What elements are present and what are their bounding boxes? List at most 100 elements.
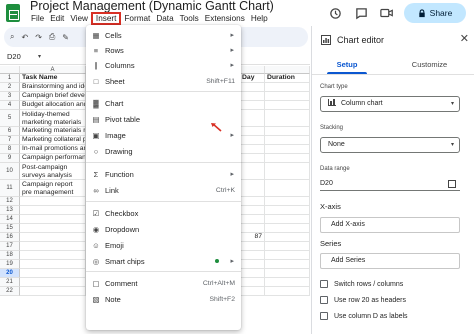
row-header[interactable]: 18 xyxy=(0,251,20,260)
task-name-cell[interactable]: Brainstorming and ide xyxy=(20,83,86,92)
day-cell[interactable] xyxy=(240,136,265,145)
row-header[interactable]: 20 xyxy=(0,269,20,278)
row-header[interactable]: 15 xyxy=(0,224,20,233)
row-header[interactable]: 16 xyxy=(0,233,20,242)
row-header[interactable]: 2 xyxy=(0,83,20,92)
day-cell[interactable] xyxy=(240,206,265,215)
chart-type-select[interactable]: Column chart ▾ xyxy=(320,96,460,112)
row-header[interactable]: 19 xyxy=(0,260,20,269)
duration-cell[interactable] xyxy=(265,127,310,136)
day-cell[interactable] xyxy=(240,154,265,163)
duration-cell[interactable] xyxy=(265,278,310,287)
day-cell[interactable]: 87 xyxy=(240,233,265,242)
duration-cell[interactable] xyxy=(265,233,310,242)
duration-cell[interactable] xyxy=(265,154,310,163)
history-icon[interactable] xyxy=(326,4,344,22)
menu-item-function[interactable]: Σ Function ▸ xyxy=(86,167,241,181)
duration-cell[interactable] xyxy=(265,163,310,180)
menu-item-sheet[interactable]: □ Sheet Shift+F11 xyxy=(86,74,241,88)
close-icon[interactable]: ✕ xyxy=(460,32,469,45)
switch-rows-columns-checkbox[interactable]: Switch rows / columns xyxy=(320,280,403,288)
menu-item-chart[interactable]: ▓ Chart xyxy=(86,96,241,110)
row-header[interactable]: 7 xyxy=(0,136,20,145)
menu-tools[interactable]: Tools xyxy=(177,12,202,25)
data-range-input[interactable]: D20 xyxy=(320,177,460,191)
menu-item-columns[interactable]: ∥ Columns ▸ xyxy=(86,58,241,72)
paint-format-icon[interactable]: ✎ xyxy=(62,33,69,42)
row-header[interactable]: 4 xyxy=(0,101,20,110)
day-cell[interactable] xyxy=(240,251,265,260)
day-cell[interactable] xyxy=(240,242,265,251)
duration-cell[interactable] xyxy=(265,242,310,251)
duration-cell[interactable] xyxy=(265,206,310,215)
menu-item-rows[interactable]: ≡ Rows ▸ xyxy=(86,43,241,57)
menu-data[interactable]: Data xyxy=(153,12,176,25)
row-header[interactable]: 12 xyxy=(0,197,20,206)
duration-cell[interactable] xyxy=(265,180,310,197)
duration-cell[interactable] xyxy=(265,92,310,101)
empty-cell[interactable] xyxy=(20,242,86,251)
use-column-labels-checkbox[interactable]: Use column D as labels xyxy=(320,312,408,320)
sheets-logo-icon[interactable] xyxy=(6,4,20,22)
menu-item-comment[interactable]: ▢ Comment Ctrl+Alt+M xyxy=(86,276,241,290)
row-header[interactable]: 10 xyxy=(0,163,20,180)
task-name-cell[interactable]: Marketing collateral p xyxy=(20,136,86,145)
row-header[interactable]: 13 xyxy=(0,206,20,215)
empty-cell[interactable] xyxy=(20,251,86,260)
task-name-cell[interactable]: Campaign report pre management xyxy=(20,180,86,197)
day-cell[interactable] xyxy=(240,269,265,278)
day-cell[interactable] xyxy=(240,83,265,92)
row-header[interactable]: 17 xyxy=(0,242,20,251)
meet-icon[interactable] xyxy=(378,4,396,22)
tab-customize[interactable]: Customize xyxy=(387,60,472,69)
day-cell[interactable] xyxy=(240,101,265,110)
task-name-cell[interactable]: Post-campaign surveys analysis xyxy=(20,163,86,180)
duration-cell[interactable] xyxy=(265,101,310,110)
row-header[interactable]: 21 xyxy=(0,278,20,287)
duration-cell[interactable] xyxy=(265,251,310,260)
menu-item-dropdown[interactable]: ◉ Dropdown xyxy=(86,222,241,236)
day-cell[interactable] xyxy=(240,278,265,287)
task-name-header[interactable]: Task Name xyxy=(20,74,86,83)
task-name-cell[interactable]: Holiday-themed marketing materials desig… xyxy=(20,110,86,127)
menu-item-note[interactable]: ▧ Note Shift+F2 xyxy=(86,292,241,306)
duration-cell[interactable] xyxy=(265,215,310,224)
use-row-headers-checkbox[interactable]: Use row 20 as headers xyxy=(320,296,406,304)
day-cell[interactable] xyxy=(240,224,265,233)
duration-cell[interactable] xyxy=(265,145,310,154)
row-header[interactable]: 22 xyxy=(0,287,20,296)
menu-help[interactable]: Help xyxy=(248,12,271,25)
empty-cell[interactable] xyxy=(20,224,86,233)
day-cell[interactable] xyxy=(240,163,265,180)
corner-header[interactable] xyxy=(0,66,20,74)
menu-item-checkbox[interactable]: ☑ Checkbox xyxy=(86,206,241,220)
day-cell[interactable] xyxy=(240,197,265,206)
empty-cell[interactable] xyxy=(20,260,86,269)
row-header[interactable]: 3 xyxy=(0,92,20,101)
menu-file[interactable]: File xyxy=(28,12,47,25)
task-name-cell[interactable]: Campaign brief develo xyxy=(20,92,86,101)
stacking-select[interactable]: None ▾ xyxy=(320,137,460,153)
add-series-button[interactable]: Add Series xyxy=(320,253,460,269)
row-header[interactable]: 9 xyxy=(0,154,20,163)
row-header[interactable]: 1 xyxy=(0,74,20,83)
checkbox-icon[interactable] xyxy=(320,312,328,320)
day-cell[interactable] xyxy=(240,260,265,269)
tab-setup[interactable]: Setup xyxy=(312,60,382,69)
duration-cell[interactable] xyxy=(265,224,310,233)
checkbox-icon[interactable] xyxy=(320,296,328,304)
duration-cell[interactable] xyxy=(265,136,310,145)
menu-view[interactable]: View xyxy=(67,12,91,25)
menu-insert[interactable]: Insert xyxy=(90,12,122,25)
empty-cell[interactable] xyxy=(20,269,86,278)
redo-icon[interactable]: ↷ xyxy=(35,33,42,42)
menu-format[interactable]: Format xyxy=(121,12,153,25)
column-header-d[interactable] xyxy=(240,66,265,74)
row-header[interactable]: 8 xyxy=(0,145,20,154)
task-name-cell[interactable]: In-mail promotions an xyxy=(20,145,86,154)
checkbox-icon[interactable] xyxy=(320,280,328,288)
duration-cell[interactable] xyxy=(265,260,310,269)
day-cell[interactable] xyxy=(240,92,265,101)
row-header[interactable]: 11 xyxy=(0,180,20,197)
task-name-cell[interactable]: Budget allocation and xyxy=(20,101,86,110)
